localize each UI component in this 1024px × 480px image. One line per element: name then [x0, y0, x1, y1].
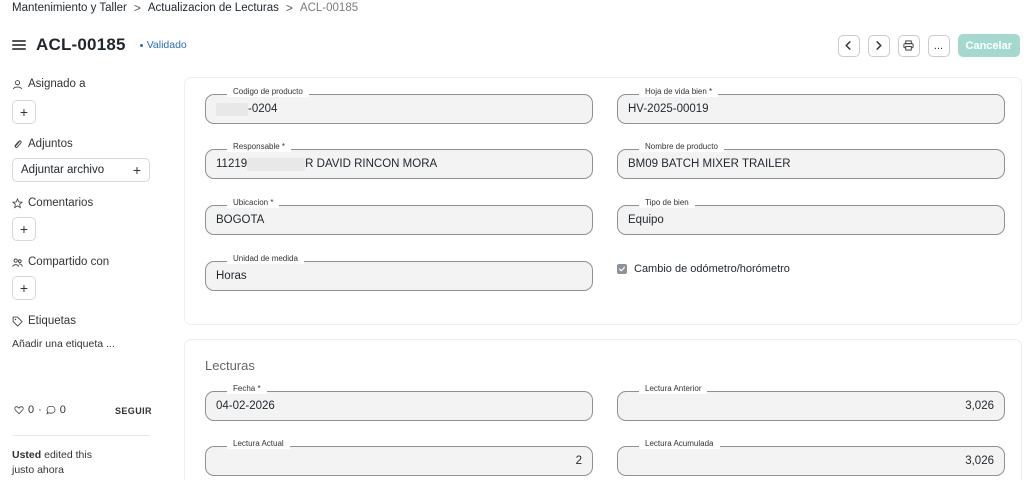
- tipo-bien-label: Tipo de bien: [639, 198, 695, 208]
- assigned-label: Asignado a: [28, 78, 86, 90]
- cambio-odometro-label: Cambio de odómetro/horómetro: [634, 263, 790, 275]
- add-assignee-button[interactable]: +: [12, 100, 36, 124]
- heart-icon[interactable]: [14, 405, 24, 415]
- breadcrumb: Mantenimiento y Taller > Actualizacion d…: [12, 1, 358, 15]
- breadcrumb-current: ACL-00185: [299, 2, 359, 14]
- unidad-medida-label: Unidad de medida: [227, 254, 304, 264]
- redacted-text: [216, 102, 248, 116]
- cambio-odometro-checkbox[interactable]: [617, 264, 627, 274]
- lectura-acumulada-input[interactable]: 3,026: [617, 446, 1005, 476]
- fecha-label: Fecha *: [227, 384, 267, 394]
- dot-separator: ·: [38, 404, 42, 416]
- print-button[interactable]: [897, 34, 920, 57]
- next-button[interactable]: [867, 34, 890, 57]
- page-header: ACL-00185 Validado: [12, 35, 187, 55]
- fecha-input[interactable]: 04-02-2026: [205, 391, 593, 421]
- chevron-left-icon: [845, 41, 851, 50]
- attachments-label: Adjuntos: [28, 138, 73, 150]
- comments-section: Comentarios: [12, 197, 93, 209]
- redacted-text: [247, 157, 306, 171]
- likes-count: 0: [28, 404, 35, 416]
- nombre-producto-input[interactable]: BM09 BATCH MIXER TRAILER: [617, 149, 1005, 179]
- star-icon: [12, 197, 23, 208]
- likes-comments-counter: 0 · 0: [14, 404, 66, 416]
- nombre-producto-label: Nombre de producto: [639, 142, 724, 152]
- previous-button[interactable]: [837, 34, 860, 57]
- codigo-producto-input[interactable]: -0204: [205, 94, 593, 124]
- assigned-section: Asignado a: [12, 78, 86, 90]
- hoja-vida-input[interactable]: HV-2025-00019: [617, 94, 1005, 124]
- lectura-acumulada-label: Lectura Acumulada: [639, 439, 720, 449]
- lectura-anterior-input[interactable]: 3,026: [617, 391, 1005, 421]
- lecturas-section-title: Lecturas: [205, 358, 255, 373]
- activity-text: edited this: [44, 449, 92, 461]
- paperclip-icon: [14, 139, 22, 148]
- details-card: -0204 Codigo de producto HV-2025-00019 H…: [184, 77, 1022, 325]
- attach-file-label: Adjuntar archivo: [21, 164, 105, 176]
- hoja-vida-label: Hoja de vida bien *: [639, 87, 719, 97]
- codigo-producto-label: Codigo de producto: [227, 87, 309, 97]
- attachments-section: Adjuntos: [12, 138, 73, 150]
- toolbar-actions: ... Cancelar: [837, 34, 1020, 57]
- lectura-anterior-label: Lectura Anterior: [639, 384, 708, 394]
- chevron-right-icon: [876, 41, 882, 50]
- ubicacion-input[interactable]: BOGOTA: [205, 205, 593, 235]
- check-icon: [619, 266, 625, 272]
- status-indicator: Validado: [139, 39, 187, 51]
- unidad-medida-input[interactable]: Horas: [205, 261, 593, 291]
- tag-icon: [12, 316, 23, 327]
- more-options-button[interactable]: ...: [927, 34, 950, 57]
- responsable-input[interactable]: 11219 R DAVID RINCON MORA: [205, 149, 593, 179]
- page-title: ACL-00185: [36, 35, 126, 54]
- breadcrumb-actualizacion[interactable]: Actualizacion de Lecturas: [148, 2, 279, 14]
- tipo-bien-input[interactable]: Equipo: [617, 205, 1005, 235]
- lectura-actual-input[interactable]: 2: [205, 446, 593, 476]
- activity-entry: Usted edited this justo ahora: [12, 448, 92, 478]
- hamburger-menu-icon[interactable]: [12, 40, 26, 50]
- shared-section: Compartido con: [12, 256, 109, 268]
- responsable-value-suffix: R DAVID RINCON MORA: [305, 158, 438, 170]
- follow-button[interactable]: SEGUIR: [115, 406, 152, 416]
- ubicacion-label: Ubicacion *: [227, 198, 280, 208]
- sidebar-divider: [12, 435, 150, 436]
- responsable-value-prefix: 11219: [216, 158, 248, 170]
- users-icon: [12, 258, 23, 267]
- shared-label: Compartido con: [28, 256, 110, 268]
- plus-icon: +: [132, 162, 141, 178]
- add-tag-link[interactable]: Añadir una etiqueta ...: [12, 338, 115, 350]
- codigo-producto-value: -0204: [248, 103, 278, 115]
- status-label: Validado: [146, 39, 187, 51]
- attach-file-button[interactable]: Adjuntar archivo +: [12, 158, 150, 182]
- activity-time: justo ahora: [12, 464, 64, 476]
- comment-icon[interactable]: [46, 405, 56, 415]
- comments-label: Comentarios: [28, 197, 94, 209]
- breadcrumb-separator: >: [133, 1, 141, 15]
- add-share-button[interactable]: +: [12, 276, 36, 300]
- cambio-odometro-row: Cambio de odómetro/horómetro: [617, 263, 790, 275]
- responsable-label: Responsable *: [227, 142, 292, 152]
- breadcrumb-separator: >: [285, 1, 293, 15]
- user-icon: [12, 79, 23, 89]
- cancel-button[interactable]: Cancelar: [957, 34, 1020, 57]
- status-dot-icon: [139, 43, 143, 47]
- lectura-actual-label: Lectura Actual: [227, 439, 290, 449]
- activity-user[interactable]: Usted: [12, 449, 41, 461]
- printer-icon: [903, 40, 914, 51]
- tags-section: Etiquetas: [12, 315, 76, 327]
- breadcrumb-mantenimiento[interactable]: Mantenimiento y Taller: [12, 2, 127, 14]
- comments-count: 0: [59, 404, 66, 416]
- add-comment-button[interactable]: +: [12, 217, 36, 241]
- tags-label: Etiquetas: [28, 315, 76, 327]
- lecturas-card: Lecturas 04-02-2026 Fecha * 3,026 Lectur…: [184, 339, 1022, 480]
